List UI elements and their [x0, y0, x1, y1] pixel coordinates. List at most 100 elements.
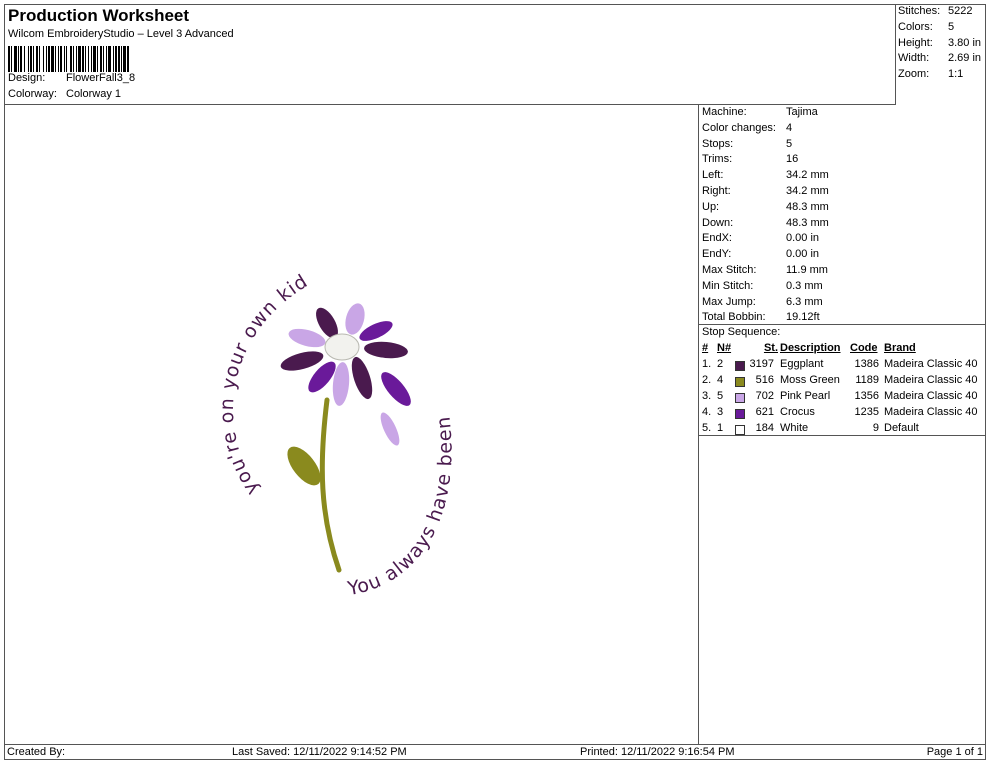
detail-label: Machine:	[702, 106, 747, 118]
colorway-row: Colorway: Colorway 1	[8, 88, 121, 100]
flower-center	[324, 333, 360, 361]
detail-label: Stops:	[702, 137, 734, 150]
detail-row: Max Jump: 6.3 mm	[702, 296, 823, 308]
detail-label: Right:	[702, 185, 731, 197]
color-swatch	[735, 361, 745, 371]
summary-colors: Colors: 5	[898, 21, 954, 33]
detail-row: Min Stitch: 0.3 mm	[702, 280, 823, 292]
thread-description: Moss Green	[780, 374, 840, 386]
stop-sequence-title: Stop Sequence:	[702, 326, 781, 338]
col-needle: N#	[717, 342, 732, 354]
stitch-count: 516	[755, 374, 774, 386]
height-label: Height:	[898, 37, 933, 49]
divider	[699, 324, 986, 325]
stop-index: 1.	[702, 358, 712, 370]
detail-value: 16	[786, 153, 799, 166]
detail-label: Max Stitch:	[702, 264, 757, 276]
colors-label: Colors:	[898, 21, 933, 33]
detail-value: 5	[786, 137, 793, 150]
color-swatch	[735, 425, 745, 435]
stop-index: 5.	[702, 422, 712, 434]
needle-number: 5	[717, 390, 724, 402]
detail-label: Max Jump:	[702, 295, 756, 308]
col-stitches: St.	[763, 342, 778, 354]
thread-description: White	[780, 422, 809, 434]
needle-number: 4	[717, 374, 724, 386]
color-swatch	[735, 377, 745, 387]
detail-value: 19.12ft	[786, 311, 820, 324]
stop-row: 1. 2 3197 Eggplant 1386 Madeira Classic 40	[699, 358, 986, 374]
stitch-count: 702	[755, 390, 774, 402]
worksheet-footer: Created By: Last Saved: 12/11/2022 9:14:…	[4, 744, 986, 760]
detail-label: EndX:	[702, 232, 732, 245]
petal	[351, 356, 373, 400]
worksheet-header: Production Worksheet Wilcom EmbroiderySt…	[4, 4, 896, 105]
detail-row: EndX: 0.00 in	[702, 232, 819, 244]
detail-row: Right: 34.2 mm	[702, 185, 829, 197]
colorway-name: Colorway 1	[66, 88, 122, 100]
falling-petal	[381, 372, 411, 406]
stop-row: 2. 4 516 Moss Green 1189 Madeira Classic 40	[699, 374, 986, 390]
summary-stitches: Stitches: 5222	[898, 5, 972, 17]
stitches-label: Stitches:	[898, 5, 941, 17]
detail-value: 11.9 mm	[786, 264, 828, 276]
thread-code: 1386	[854, 358, 879, 370]
barcode-bar	[129, 46, 130, 72]
thread-brand: Default	[884, 422, 919, 434]
needle-number: 3	[717, 406, 724, 418]
page-title: Production Worksheet	[8, 6, 190, 25]
detail-row: Total Bobbin: 19.12ft	[702, 311, 820, 323]
detail-label: EndY:	[702, 248, 732, 261]
stitches-value: 5222	[948, 5, 973, 17]
thread-code: 9	[872, 422, 879, 434]
detail-value: 48.3 mm	[786, 200, 829, 213]
width-value: 2.69 in	[948, 52, 982, 64]
summary-zoom: Zoom: 1:1	[898, 68, 963, 80]
design-label: Design:	[8, 72, 46, 84]
summary-height: Height: 3.80 in	[898, 37, 981, 49]
detail-value: 34.2 mm	[786, 169, 829, 182]
detail-label: Down:	[702, 216, 734, 229]
colorway-label: Colorway:	[8, 88, 57, 100]
detail-value: 48.3 mm	[786, 216, 829, 229]
detail-row: Color changes: 4	[702, 122, 792, 134]
zoom-label: Zoom:	[898, 68, 930, 80]
design-row: Design: FlowerFall3_8	[8, 72, 135, 84]
printed-date: Printed: 12/11/2022 9:16:54 PM	[580, 746, 735, 758]
design-summary: Stitches: 5222 Colors: 5 Height: 3.80 in Wi…	[896, 4, 986, 105]
stop-index: 3.	[702, 390, 712, 402]
detail-value: 0.00 in	[786, 248, 820, 261]
thread-description: Eggplant	[780, 358, 824, 370]
detail-label: Total Bobbin:	[702, 311, 766, 324]
barcode	[8, 46, 200, 72]
stitch-count: 621	[755, 406, 774, 418]
col-brand: Brand	[884, 342, 916, 354]
detail-row: Trims: 16	[702, 153, 798, 165]
created-by: Created By:	[7, 746, 66, 758]
height-value: 3.80 in	[948, 37, 982, 49]
stop-row: 4. 3 621 Crocus 1235 Madeira Classic 40	[699, 406, 986, 422]
last-saved: Last Saved: 12/11/2022 9:14:52 PM	[232, 746, 407, 758]
stop-row: 3. 5 702 Pink Pearl 1356 Madeira Classic 40	[699, 390, 986, 406]
needle-number: 2	[717, 358, 724, 370]
width-label: Width:	[898, 52, 930, 64]
detail-value: 0.3 mm	[786, 279, 823, 292]
detail-label: Left:	[702, 169, 724, 182]
summary-width: Width: 2.69 in	[898, 52, 981, 64]
stop-sequence-table: # N# St. Description Code Brand 1. 2 3197 E…	[699, 342, 986, 438]
detail-value: 34.2 mm	[786, 185, 829, 197]
color-swatch	[735, 393, 745, 403]
software-name: Wilcom EmbroideryStudio – Level 3 Advanc…	[8, 28, 234, 40]
petal	[288, 328, 326, 348]
col-num: #	[702, 342, 709, 354]
thread-brand: Madeira Classic 40	[884, 406, 978, 418]
needle-number: 1	[717, 422, 724, 434]
detail-label: Up:	[702, 200, 720, 213]
detail-row: EndY: 0.00 in	[702, 248, 819, 260]
col-code: Code	[850, 342, 878, 354]
design-name: FlowerFall3_8	[66, 72, 136, 84]
detail-value: 4	[786, 121, 793, 134]
page-number: Page 1 of 1	[926, 746, 983, 758]
col-description: Description	[780, 342, 841, 354]
embroidery-design: you're on your own kid You always have b…	[216, 270, 456, 600]
